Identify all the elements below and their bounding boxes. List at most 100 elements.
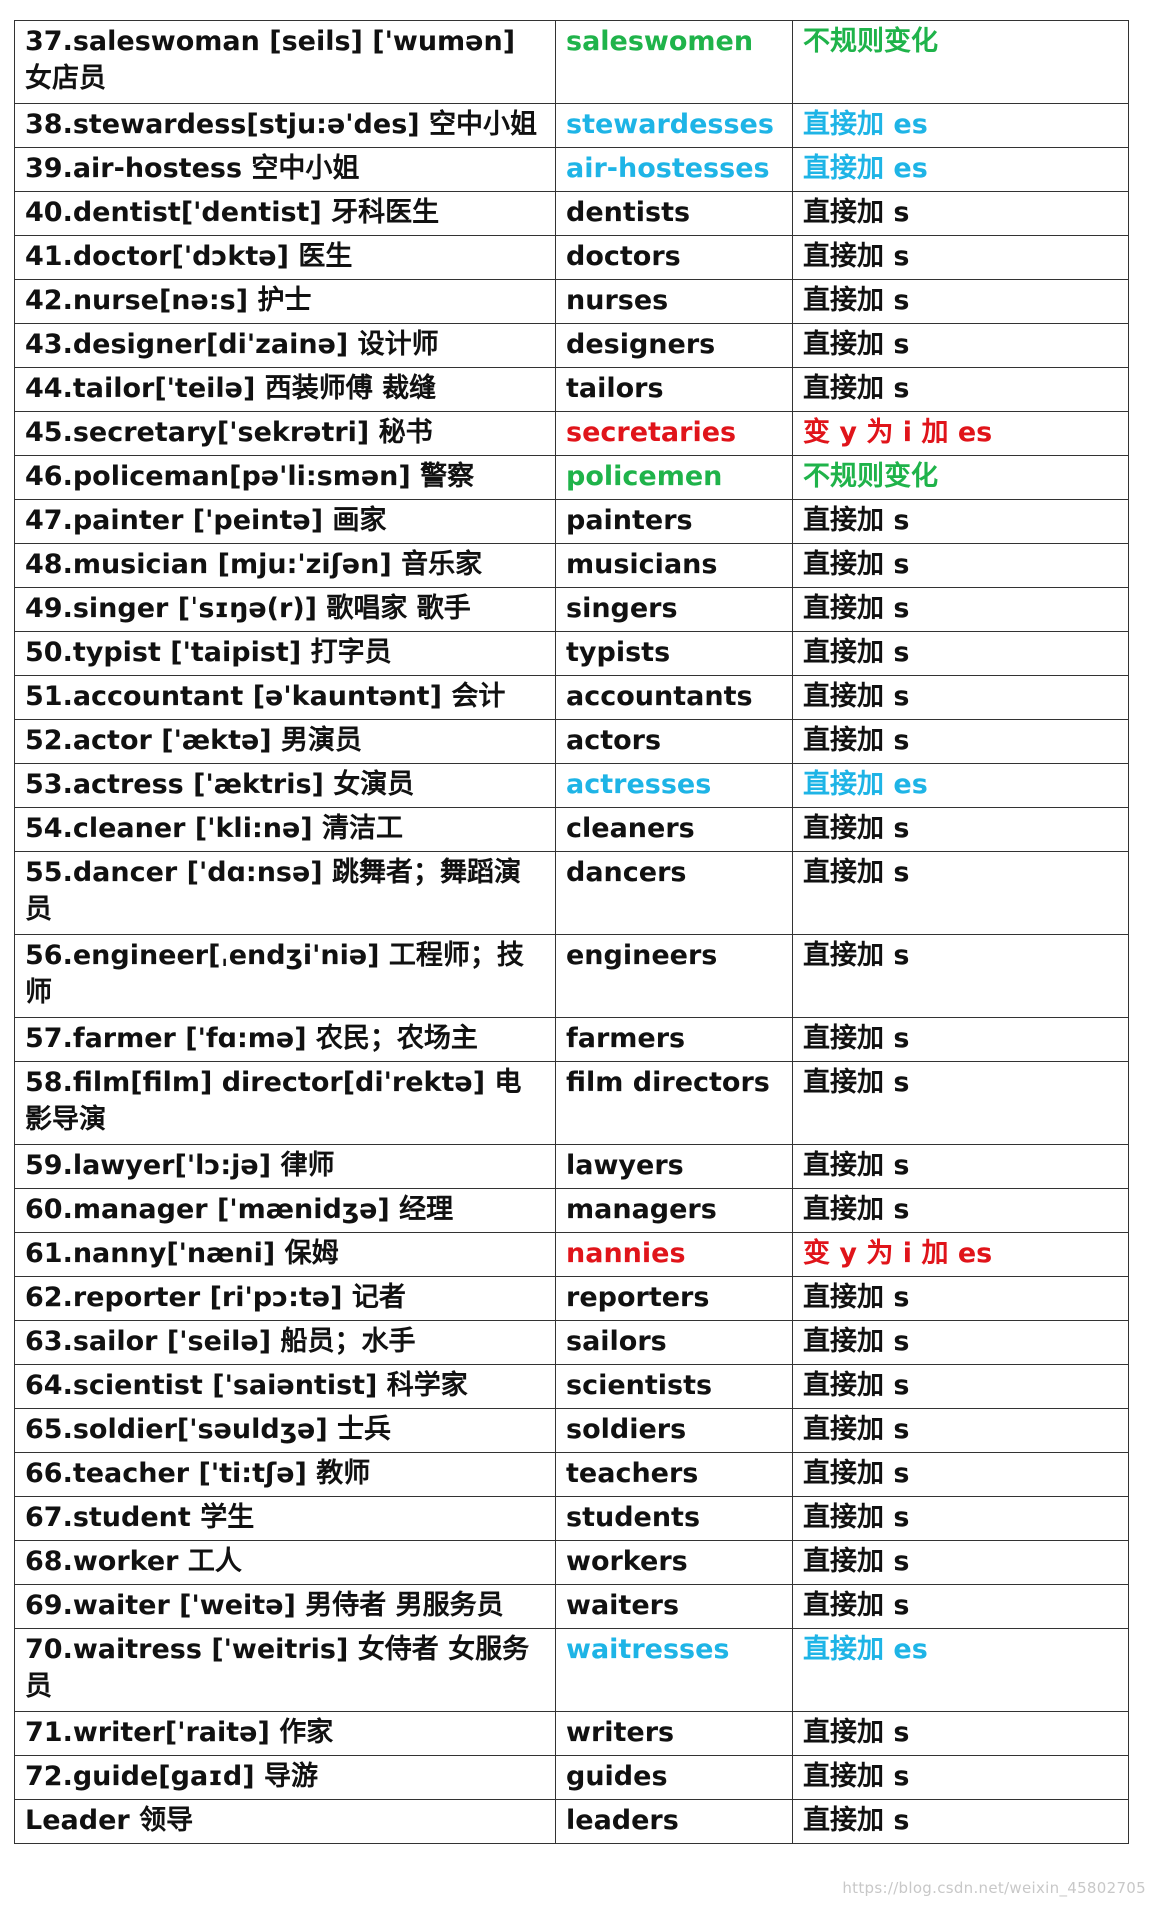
table-row: 43.designer[di'zainə] 设计师 designers 直接加 s (14, 323, 1129, 368)
word-cell: 62.reporter [ri'pɔ:tə] 记者 (14, 1276, 556, 1321)
word-cell: 39.air-hostess 空中小姐 (14, 147, 556, 192)
rule-cell: 直接加 es (792, 763, 1129, 808)
table-row: 55.dancer ['dɑ:nsə] 跳舞者；舞蹈演员 dancers 直接加 s (14, 851, 1129, 935)
table-row: Leader 领导 leaders 直接加 s (14, 1799, 1129, 1844)
word-cell: 68.worker 工人 (14, 1540, 556, 1585)
word-cell: 48.musician [mju:'ziʃən] 音乐家 (14, 543, 556, 588)
plural-cell: lawyers (555, 1144, 793, 1189)
plural-cell: dentists (555, 191, 793, 236)
table-row: 69.waiter ['weitə] 男侍者 男服务员 waiters 直接加 s (14, 1584, 1129, 1629)
plural-cell: workers (555, 1540, 793, 1585)
word-cell: 40.dentist['dentist] 牙科医生 (14, 191, 556, 236)
word-cell: 65.soldier['səuldʒə] 士兵 (14, 1408, 556, 1453)
rule-cell: 直接加 s (792, 499, 1129, 544)
word-cell: 64.scientist ['saiəntist] 科学家 (14, 1364, 556, 1409)
word-cell: 50.typist ['taipist] 打字员 (14, 631, 556, 676)
plural-cell: writers (555, 1711, 793, 1756)
word-cell: 71.writer['raitə] 作家 (14, 1711, 556, 1756)
table-row: 45.secretary['sekrətri] 秘书 secretaries 变 y… (14, 411, 1129, 456)
rule-cell: 直接加 s (792, 807, 1129, 852)
table-row: 62.reporter [ri'pɔ:tə] 记者 reporters 直接加 s (14, 1276, 1129, 1321)
plural-cell: painters (555, 499, 793, 544)
table-row: 64.scientist ['saiəntist] 科学家 scientists 直… (14, 1364, 1129, 1409)
rule-cell: 变 y 为 i 加 es (792, 1232, 1129, 1277)
plural-cell: leaders (555, 1799, 793, 1844)
word-cell: 70.waitress ['weitris] 女侍者 女服务员 (14, 1628, 556, 1712)
plural-cell: nurses (555, 279, 793, 324)
plural-cell: accountants (555, 675, 793, 720)
word-cell: 41.doctor['dɔktə] 医生 (14, 235, 556, 280)
plural-cell: farmers (555, 1017, 793, 1062)
plural-cell: teachers (555, 1452, 793, 1497)
rule-cell: 直接加 s (792, 1711, 1129, 1756)
table-row: 56.engineer[ˌendʒi'niə] 工程师；技师 engineers 直… (14, 934, 1129, 1018)
table-row: 53.actress ['æktris] 女演员 actresses 直接加 es (14, 763, 1129, 808)
word-cell: 46.policeman[pə'li:smən] 警察 (14, 455, 556, 500)
table-row: 66.teacher ['ti:tʃə] 教师 teachers 直接加 s (14, 1452, 1129, 1497)
word-cell: 61.nanny['næni] 保姆 (14, 1232, 556, 1277)
rule-cell: 直接加 s (792, 543, 1129, 588)
rule-cell: 直接加 s (792, 934, 1129, 1018)
plural-cell: cleaners (555, 807, 793, 852)
rule-cell: 直接加 s (792, 1364, 1129, 1409)
rule-cell: 直接加 s (792, 1452, 1129, 1497)
rule-cell: 直接加 s (792, 1188, 1129, 1233)
vocabulary-table-body: 37.saleswoman [seils] ['wumən] 女店员 salesw… (14, 20, 1129, 1844)
table-row: 46.policeman[pə'li:smən] 警察 policemen 不规则变… (14, 455, 1129, 500)
table-row: 37.saleswoman [seils] ['wumən] 女店员 salesw… (14, 20, 1129, 104)
rule-cell: 直接加 s (792, 1799, 1129, 1844)
rule-cell: 直接加 s (792, 587, 1129, 632)
rule-cell: 直接加 s (792, 1755, 1129, 1800)
plural-cell: singers (555, 587, 793, 632)
table-row: 61.nanny['næni] 保姆 nannies 变 y 为 i 加 es (14, 1232, 1129, 1277)
table-row: 57.farmer ['fɑ:mə] 农民；农场主 farmers 直接加 s (14, 1017, 1129, 1062)
word-cell: 42.nurse[nə:s] 护士 (14, 279, 556, 324)
plural-cell: scientists (555, 1364, 793, 1409)
plural-cell: tailors (555, 367, 793, 412)
plural-cell: waitresses (555, 1628, 793, 1712)
rule-cell: 变 y 为 i 加 es (792, 411, 1129, 456)
rule-cell: 直接加 s (792, 1540, 1129, 1585)
table-row: 67.student 学生 students 直接加 s (14, 1496, 1129, 1541)
word-cell: 54.cleaner ['kli:nə] 清洁工 (14, 807, 556, 852)
word-cell: 56.engineer[ˌendʒi'niə] 工程师；技师 (14, 934, 556, 1018)
rule-cell: 直接加 s (792, 323, 1129, 368)
rule-cell: 直接加 s (792, 1061, 1129, 1145)
plural-cell: students (555, 1496, 793, 1541)
table-row: 59.lawyer['lɔ:jə] 律师 lawyers 直接加 s (14, 1144, 1129, 1189)
plural-cell: engineers (555, 934, 793, 1018)
word-cell: 51.accountant [ə'kauntənt] 会计 (14, 675, 556, 720)
word-cell: 69.waiter ['weitə] 男侍者 男服务员 (14, 1584, 556, 1629)
rule-cell: 不规则变化 (792, 20, 1129, 104)
word-cell: 38.stewardess[stju:ə'des] 空中小姐 (14, 103, 556, 148)
table-row: 58.film[film] director[di'rektə] 电影导演 fil… (14, 1061, 1129, 1145)
word-cell: 59.lawyer['lɔ:jə] 律师 (14, 1144, 556, 1189)
rule-cell: 直接加 s (792, 1408, 1129, 1453)
table-row: 63.sailor ['seilə] 船员；水手 sailors 直接加 s (14, 1320, 1129, 1365)
table-row: 49.singer [ˈsɪŋə(r)] 歌唱家 歌手 singers 直接加 s (14, 587, 1129, 632)
plural-cell: actors (555, 719, 793, 764)
plural-cell: reporters (555, 1276, 793, 1321)
word-cell: 57.farmer ['fɑ:mə] 农民；农场主 (14, 1017, 556, 1062)
table-row: 48.musician [mju:'ziʃən] 音乐家 musicians 直接加… (14, 543, 1129, 588)
plural-cell: soldiers (555, 1408, 793, 1453)
plural-cell: doctors (555, 235, 793, 280)
table-row: 71.writer['raitə] 作家 writers 直接加 s (14, 1711, 1129, 1756)
plural-cell: waiters (555, 1584, 793, 1629)
word-cell: 72.guide[gaɪd] 导游 (14, 1755, 556, 1800)
table-row: 60.manager ['mænidʒə] 经理 managers 直接加 s (14, 1188, 1129, 1233)
plural-cell: musicians (555, 543, 793, 588)
rule-cell: 直接加 s (792, 235, 1129, 280)
plural-cell: policemen (555, 455, 793, 500)
word-cell: 66.teacher ['ti:tʃə] 教师 (14, 1452, 556, 1497)
rule-cell: 直接加 s (792, 1144, 1129, 1189)
word-cell: 67.student 学生 (14, 1496, 556, 1541)
word-cell: 37.saleswoman [seils] ['wumən] 女店员 (14, 20, 556, 104)
table-row: 42.nurse[nə:s] 护士 nurses 直接加 s (14, 279, 1129, 324)
word-cell: 55.dancer ['dɑ:nsə] 跳舞者；舞蹈演员 (14, 851, 556, 935)
vocabulary-table: 37.saleswoman [seils] ['wumən] 女店员 salesw… (14, 20, 1129, 1844)
table-row: 54.cleaner ['kli:nə] 清洁工 cleaners 直接加 s (14, 807, 1129, 852)
word-cell: 43.designer[di'zainə] 设计师 (14, 323, 556, 368)
word-cell: 52.actor ['æktə] 男演员 (14, 719, 556, 764)
word-cell: 53.actress ['æktris] 女演员 (14, 763, 556, 808)
